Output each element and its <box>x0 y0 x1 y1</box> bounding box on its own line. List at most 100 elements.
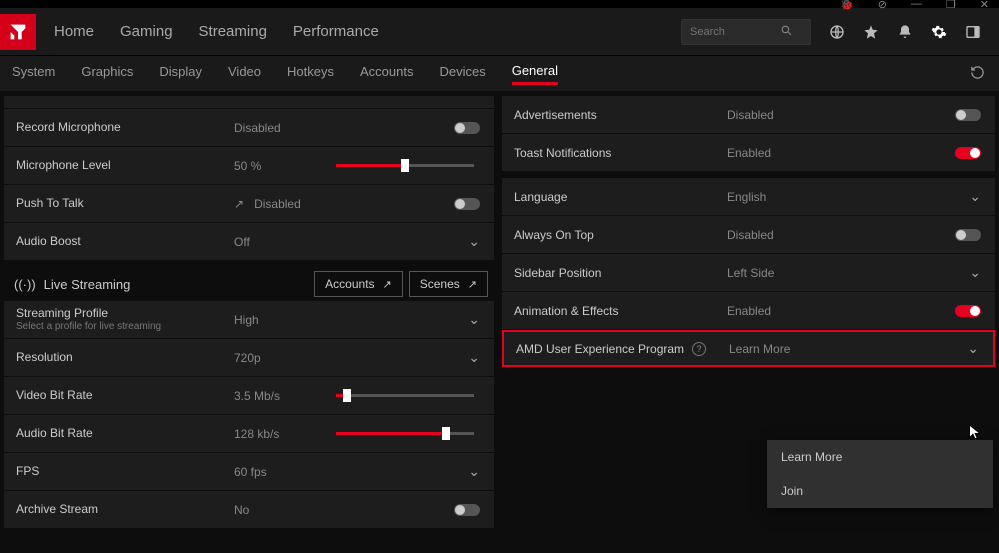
dropdown-learn-more[interactable]: Learn More <box>767 440 993 474</box>
gear-icon[interactable] <box>931 24 947 40</box>
value-push-to-talk: Disabled <box>254 197 326 211</box>
chevron-down-icon[interactable]: ⌄ <box>468 349 480 366</box>
label-amd-uep: AMD User Experience Program ? <box>504 342 729 356</box>
label-video-bit-rate: Video Bit Rate <box>4 388 234 402</box>
value-streaming-profile: High <box>234 313 306 327</box>
row-audio-bit-rate: Audio Bit Rate 128 kb/s <box>4 415 494 452</box>
toggle-always-on-top[interactable] <box>955 229 981 241</box>
row-toast-notifications: Toast Notifications Enabled <box>502 134 995 171</box>
window-titlebar: 🐞 ⊘ — ❐ ✕ <box>0 0 999 8</box>
live-streaming-title: Live Streaming <box>44 277 131 292</box>
tab-devices[interactable]: Devices <box>439 64 485 83</box>
row-amd-user-experience-program: AMD User Experience Program ? Learn More… <box>502 330 995 367</box>
left-pane: Record Microphone Disabled Microphone Le… <box>0 92 498 553</box>
tab-display[interactable]: Display <box>159 64 202 83</box>
chevron-down-icon[interactable]: ⌄ <box>468 463 480 480</box>
row-resolution: Resolution 720p ⌄ <box>4 339 494 376</box>
slider-video-bit-rate[interactable] <box>336 394 474 397</box>
label-language: Language <box>502 190 727 204</box>
help-icon[interactable]: ⊘ <box>878 0 887 11</box>
chevron-down-icon[interactable]: ⌄ <box>969 188 981 205</box>
accounts-button[interactable]: Accounts↗ <box>314 271 403 297</box>
top-bar: Home Gaming Streaming Performance <box>0 8 999 56</box>
value-record-microphone: Disabled <box>234 121 306 135</box>
tab-graphics[interactable]: Graphics <box>81 64 133 83</box>
close-button[interactable]: ✕ <box>980 0 989 11</box>
tab-general[interactable]: General <box>512 63 558 85</box>
row-top-spacer <box>4 96 494 108</box>
label-fps: FPS <box>4 464 234 478</box>
minimize-button[interactable]: — <box>911 0 922 10</box>
chevron-down-icon[interactable]: ⌄ <box>967 340 979 357</box>
toggle-archive-stream[interactable] <box>454 504 480 516</box>
label-advertisements: Advertisements <box>502 108 727 122</box>
panel-icon[interactable] <box>965 24 981 40</box>
refresh-icon[interactable] <box>970 65 985 83</box>
value-amd-uep: Learn More <box>729 342 839 356</box>
row-push-to-talk: Push To Talk ↗ Disabled <box>4 185 494 222</box>
value-microphone-level: 50 % <box>234 159 306 173</box>
star-icon[interactable] <box>863 24 879 40</box>
label-toast-notifications: Toast Notifications <box>502 146 727 160</box>
live-streaming-header: ((·)) Live Streaming Accounts↗ Scenes↗ <box>4 267 494 301</box>
row-archive-stream: Archive Stream No <box>4 491 494 528</box>
dropdown-join[interactable]: Join <box>767 474 993 508</box>
label-push-to-talk: Push To Talk <box>4 196 234 210</box>
toggle-animation-effects[interactable] <box>955 305 981 317</box>
value-video-bit-rate: 3.5 Mb/s <box>234 389 306 403</box>
toggle-advertisements[interactable] <box>955 109 981 121</box>
nav-streaming[interactable]: Streaming <box>199 23 267 40</box>
label-record-microphone: Record Microphone <box>4 120 234 134</box>
value-sidebar-position: Left Side <box>727 266 837 280</box>
bell-icon[interactable] <box>897 24 913 40</box>
right-pane: Advertisements Disabled Toast Notificati… <box>498 92 999 553</box>
row-audio-boost: Audio Boost Off ⌄ <box>4 223 494 260</box>
label-microphone-level: Microphone Level <box>4 158 234 172</box>
chevron-down-icon[interactable]: ⌄ <box>969 264 981 281</box>
external-link-icon: ↗ <box>468 278 477 291</box>
tab-accounts[interactable]: Accounts <box>360 64 413 83</box>
search-input[interactable] <box>690 26 780 38</box>
search-icon[interactable] <box>780 24 793 40</box>
row-sidebar-position: Sidebar Position Left Side ⌄ <box>502 254 995 291</box>
nav-performance[interactable]: Performance <box>293 23 379 40</box>
uep-dropdown: Learn More Join <box>767 440 993 508</box>
value-language: English <box>727 190 837 204</box>
value-fps: 60 fps <box>234 465 306 479</box>
toggle-toast-notifications[interactable] <box>955 147 981 159</box>
row-microphone-level: Microphone Level 50 % <box>4 147 494 184</box>
toggle-record-microphone[interactable] <box>454 122 480 134</box>
tab-system[interactable]: System <box>12 64 55 83</box>
share-icon[interactable]: ↗ <box>234 197 244 211</box>
nav-gaming[interactable]: Gaming <box>120 23 173 40</box>
value-always-on-top: Disabled <box>727 228 837 242</box>
row-animation-effects: Animation & Effects Enabled <box>502 292 995 329</box>
slider-microphone-level[interactable] <box>336 164 474 167</box>
web-icon[interactable] <box>829 24 845 40</box>
value-audio-bit-rate: 128 kb/s <box>234 427 306 441</box>
row-language: Language English ⌄ <box>502 178 995 215</box>
label-streaming-profile: Streaming Profile Select a profile for l… <box>4 306 234 333</box>
scenes-button[interactable]: Scenes↗ <box>409 271 488 297</box>
help-icon[interactable]: ? <box>692 342 706 356</box>
row-always-on-top: Always On Top Disabled <box>502 216 995 253</box>
chevron-down-icon[interactable]: ⌄ <box>468 233 480 250</box>
chevron-down-icon[interactable]: ⌄ <box>468 311 480 328</box>
slider-audio-bit-rate[interactable] <box>336 432 474 435</box>
tab-hotkeys[interactable]: Hotkeys <box>287 64 334 83</box>
value-toast-notifications: Enabled <box>727 146 837 160</box>
debug-icon[interactable]: 🐞 <box>840 0 854 11</box>
mouse-cursor <box>967 424 983 443</box>
value-animation-effects: Enabled <box>727 304 837 318</box>
maximize-button[interactable]: ❐ <box>946 0 956 11</box>
label-resolution: Resolution <box>4 350 234 364</box>
value-advertisements: Disabled <box>727 108 837 122</box>
amd-logo[interactable] <box>0 14 36 50</box>
sub-nav: System Graphics Display Video Hotkeys Ac… <box>0 56 999 92</box>
toggle-push-to-talk[interactable] <box>454 198 480 210</box>
label-always-on-top: Always On Top <box>502 228 727 242</box>
value-resolution: 720p <box>234 351 306 365</box>
nav-home[interactable]: Home <box>54 23 94 40</box>
search-box[interactable] <box>681 19 811 45</box>
tab-video[interactable]: Video <box>228 64 261 83</box>
